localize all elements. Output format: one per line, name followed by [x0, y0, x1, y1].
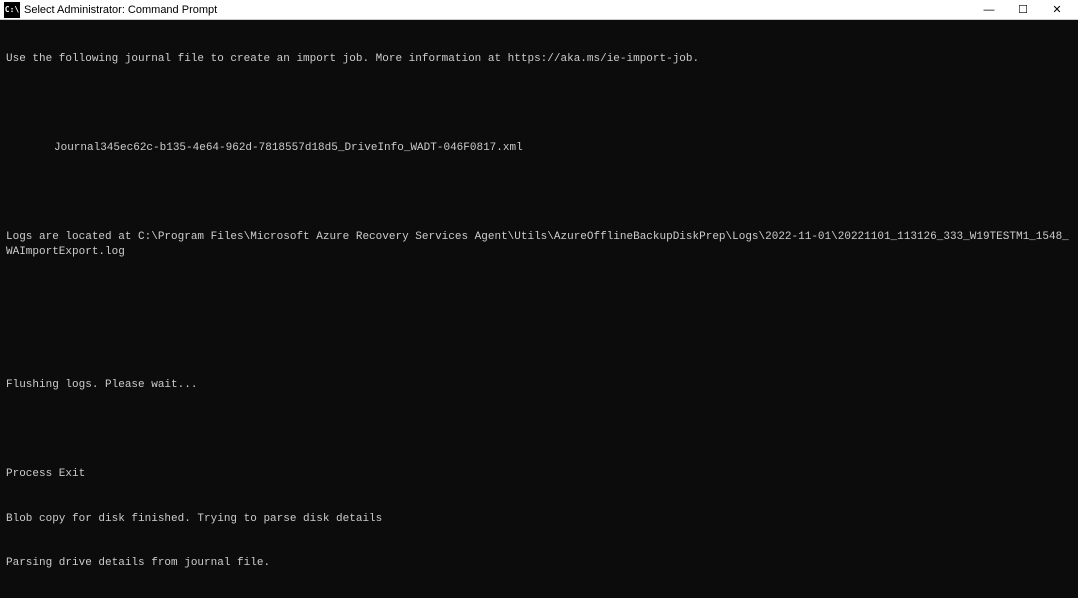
output-line [6, 334, 1072, 349]
output-line [6, 423, 1072, 438]
output-line: Use the following journal file to create… [6, 52, 1072, 67]
cmd-icon: C:\ [4, 2, 20, 18]
output-line: Journal345ec62c-b135-4e64-962d-7818557d1… [6, 141, 1072, 156]
output-line [6, 185, 1072, 200]
close-button[interactable]: ✕ [1040, 0, 1074, 20]
window-titlebar: C:\ Select Administrator: Command Prompt… [0, 0, 1078, 20]
maximize-button[interactable]: ☐ [1006, 0, 1040, 20]
output-line [6, 289, 1072, 304]
minimize-button[interactable]: — [972, 0, 1006, 20]
terminal-output[interactable]: Use the following journal file to create… [0, 20, 1078, 598]
output-line: Flushing logs. Please wait... [6, 378, 1072, 393]
window-controls: — ☐ ✕ [972, 0, 1074, 20]
output-line [6, 96, 1072, 111]
output-line: Parsing drive details from journal file. [6, 556, 1072, 571]
output-line: Process Exit [6, 467, 1072, 482]
output-line: Logs are located at C:\Program Files\Mic… [6, 230, 1072, 260]
window-title: Select Administrator: Command Prompt [24, 4, 972, 16]
output-line: Blob copy for disk finished. Trying to p… [6, 512, 1072, 527]
